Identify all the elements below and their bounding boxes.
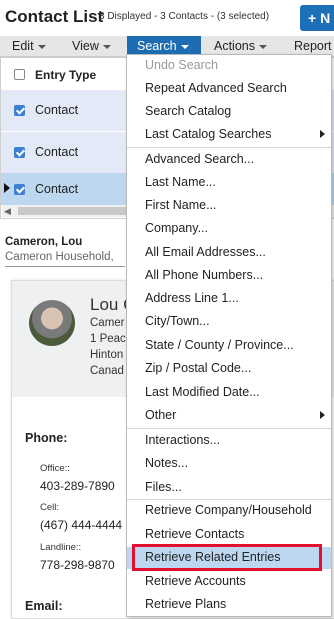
menu-item-state-county-province[interactable]: State / County / Province... xyxy=(145,338,294,352)
menu-edit-label: Edit xyxy=(12,39,34,53)
current-row-pointer-icon xyxy=(4,183,10,193)
phone-value[interactable]: (467) 444-4444 xyxy=(40,518,122,532)
search-menu-dropdown: Undo Search Repeat Advanced Search Searc… xyxy=(126,54,332,617)
phone-label: Landline:: xyxy=(40,542,82,553)
menu-item-last-name[interactable]: Last Name... xyxy=(145,175,216,189)
list-header: Contact List 3 Displayed - 3 Contacts - … xyxy=(0,0,334,36)
page-title: Contact List xyxy=(5,7,104,26)
menu-separator xyxy=(127,428,331,429)
email-section-title: Email: xyxy=(25,599,63,613)
menu-search-label: Search xyxy=(137,39,177,53)
menu-item-city-town[interactable]: City/Town... xyxy=(145,314,210,328)
address-line: Camer xyxy=(90,317,125,329)
address-line: Canad xyxy=(90,365,124,377)
row-checkbox[interactable] xyxy=(14,184,25,195)
row-checkbox[interactable] xyxy=(14,105,25,116)
menu-item-last-modified-date[interactable]: Last Modified Date... xyxy=(145,385,260,399)
entry-type-cell: Contact xyxy=(35,103,79,117)
household-underline xyxy=(5,266,125,267)
menu-item-retrieve-accounts[interactable]: Retrieve Accounts xyxy=(145,574,246,588)
menu-report-label: Report xyxy=(294,39,332,53)
menu-item-notes[interactable]: Notes... xyxy=(145,456,188,470)
phone-value[interactable]: 778-298-9870 xyxy=(40,558,115,572)
column-header-entry-type[interactable]: Entry Type xyxy=(35,68,96,82)
phone-value[interactable]: 403-289-7890 xyxy=(40,479,115,493)
address-line: 1 Peac xyxy=(90,333,126,345)
entry-type-cell: Contact xyxy=(35,145,79,159)
selected-contact-household[interactable]: Cameron Household, xyxy=(5,251,114,263)
menu-item-retrieve-contacts[interactable]: Retrieve Contacts xyxy=(145,527,244,541)
menu-report[interactable]: Report xyxy=(294,36,332,56)
chevron-down-icon xyxy=(259,44,267,49)
menu-separator xyxy=(127,499,331,500)
menu-separator xyxy=(127,147,331,148)
selection-status: 3 Displayed - 3 Contacts - (3 selected) xyxy=(99,11,270,22)
phone-label: Cell: xyxy=(40,502,60,513)
menu-item-interactions[interactable]: Interactions... xyxy=(145,433,220,447)
chevron-down-icon xyxy=(102,44,111,49)
menu-item-advanced-search[interactable]: Advanced Search... xyxy=(145,152,254,166)
avatar xyxy=(29,300,75,346)
menu-edit[interactable]: Edit xyxy=(12,36,46,56)
scroll-left-icon[interactable]: ◀ xyxy=(4,206,11,217)
menu-item-company[interactable]: Company... xyxy=(145,221,208,235)
menu-item-undo-search: Undo Search xyxy=(145,58,218,72)
menu-item-all-email-addresses[interactable]: All Email Addresses... xyxy=(145,245,266,259)
select-all-checkbox[interactable] xyxy=(14,69,25,80)
submenu-arrow-icon xyxy=(320,411,325,419)
menu-view-label: View xyxy=(72,39,99,53)
menu-actions[interactable]: Actions xyxy=(214,36,267,56)
phone-section-title: Phone: xyxy=(25,431,68,445)
menu-item-all-phone-numbers[interactable]: All Phone Numbers... xyxy=(145,268,263,282)
menu-item-other[interactable]: Other xyxy=(145,408,176,422)
menu-item-retrieve-company-household[interactable]: Retrieve Company/Household xyxy=(145,503,312,517)
menu-item-zip-postal-code[interactable]: Zip / Postal Code... xyxy=(145,361,251,375)
menu-item-search-catalog[interactable]: Search Catalog xyxy=(145,104,231,118)
menu-search[interactable]: Search xyxy=(127,36,201,56)
submenu-arrow-icon xyxy=(320,130,325,138)
phone-label: Office:: xyxy=(40,463,70,474)
menu-item-retrieve-plans[interactable]: Retrieve Plans xyxy=(145,597,226,611)
chevron-down-icon xyxy=(180,44,189,49)
menu-actions-label: Actions xyxy=(214,39,255,53)
menu-item-address-line-1[interactable]: Address Line 1... xyxy=(145,291,239,305)
annotation-highlight-box xyxy=(132,544,322,571)
selected-contact-name: Cameron, Lou xyxy=(5,236,83,248)
chevron-down-icon xyxy=(37,44,46,49)
menu-item-repeat-advanced-search[interactable]: Repeat Advanced Search xyxy=(145,81,287,95)
row-checkbox[interactable] xyxy=(14,147,25,158)
menu-item-last-catalog-searches[interactable]: Last Catalog Searches xyxy=(145,127,271,141)
menu-item-first-name[interactable]: First Name... xyxy=(145,198,217,212)
menu-view[interactable]: View xyxy=(72,36,111,56)
entry-type-cell: Contact xyxy=(35,182,79,196)
new-button[interactable]: + N xyxy=(300,5,334,31)
address-line: Hinton xyxy=(90,349,124,361)
menu-item-files[interactable]: Files... xyxy=(145,480,182,494)
